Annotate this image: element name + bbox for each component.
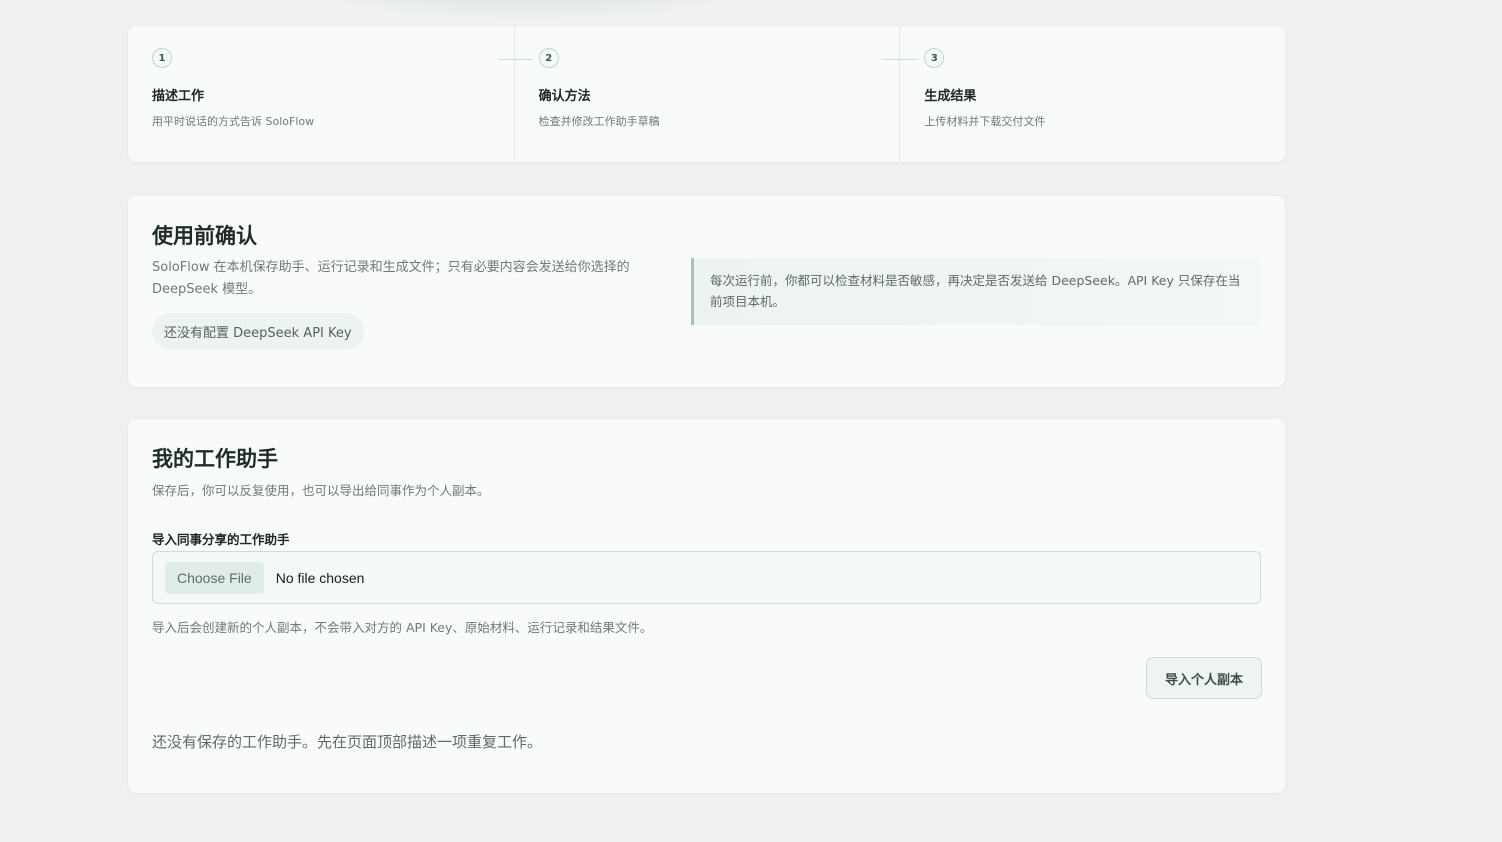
step-connector bbox=[497, 59, 532, 60]
confirm-description: SoloFlow 在本机保存助手、运行记录和生成文件；只有必要内容会发送给你选择… bbox=[152, 260, 630, 297]
step-number-1: 1 bbox=[152, 48, 172, 68]
import-label: 导入同事分享的工作助手 bbox=[152, 532, 290, 547]
step-desc-generate: 上传材料并下载交付文件 bbox=[924, 115, 1046, 128]
file-input[interactable]: Choose File No file chosen bbox=[152, 551, 1261, 604]
step-desc-confirm: 检查并修改工作助手草稿 bbox=[538, 115, 660, 128]
background-glow bbox=[320, 0, 740, 20]
step-confirm: 2 确认方法 检查并修改工作助手草稿 bbox=[497, 26, 900, 162]
step-number-2: 2 bbox=[538, 48, 559, 68]
api-key-status-pill: 还没有配置 DeepSeek API Key bbox=[152, 313, 364, 350]
step-title-confirm: 确认方法 bbox=[538, 89, 591, 104]
step-describe: 1 描述工作 用平时说话的方式告诉 SoloFlow bbox=[128, 26, 514, 162]
step-title-describe: 描述工作 bbox=[152, 89, 205, 104]
pre-use-confirm-card: 使用前确认 SoloFlow 在本机保存助手、运行记录和生成文件；只有必要内容会… bbox=[128, 196, 1285, 387]
import-note: 导入后会创建新的个人副本，不会带入对方的 API Key、原始材料、运行记录和结… bbox=[152, 620, 653, 635]
empty-state-message: 还没有保存的工作助手。先在页面顶部描述一项重复工作。 bbox=[152, 733, 543, 751]
step-number-3: 3 bbox=[924, 48, 945, 68]
step-title-generate: 生成结果 bbox=[924, 89, 977, 104]
step-generate: 3 生成结果 上传材料并下载交付文件 bbox=[883, 26, 1285, 162]
my-helpers-card: 我的工作助手 保存后，你可以反复使用，也可以导出给同事作为个人副本。 导入同事分… bbox=[128, 419, 1285, 793]
step-desc-describe: 用平时说话的方式告诉 SoloFlow bbox=[152, 115, 315, 128]
confirm-title: 使用前确认 bbox=[152, 224, 257, 248]
steps-card: 1 描述工作 用平时说话的方式告诉 SoloFlow 2 确认方法 检查并修改工… bbox=[128, 26, 1285, 162]
step-connector bbox=[883, 59, 918, 60]
helpers-description: 保存后，你可以反复使用，也可以导出给同事作为个人副本。 bbox=[152, 483, 490, 498]
choose-file-button[interactable]: Choose File bbox=[165, 561, 264, 594]
helpers-title: 我的工作助手 bbox=[152, 447, 278, 471]
privacy-notice: 每次运行前，你都可以检查材料是否敏感，再决定是否发送给 DeepSeek。API… bbox=[691, 258, 1261, 325]
import-copy-button[interactable]: 导入个人副本 bbox=[1146, 657, 1262, 699]
file-status: No file chosen bbox=[275, 569, 365, 586]
